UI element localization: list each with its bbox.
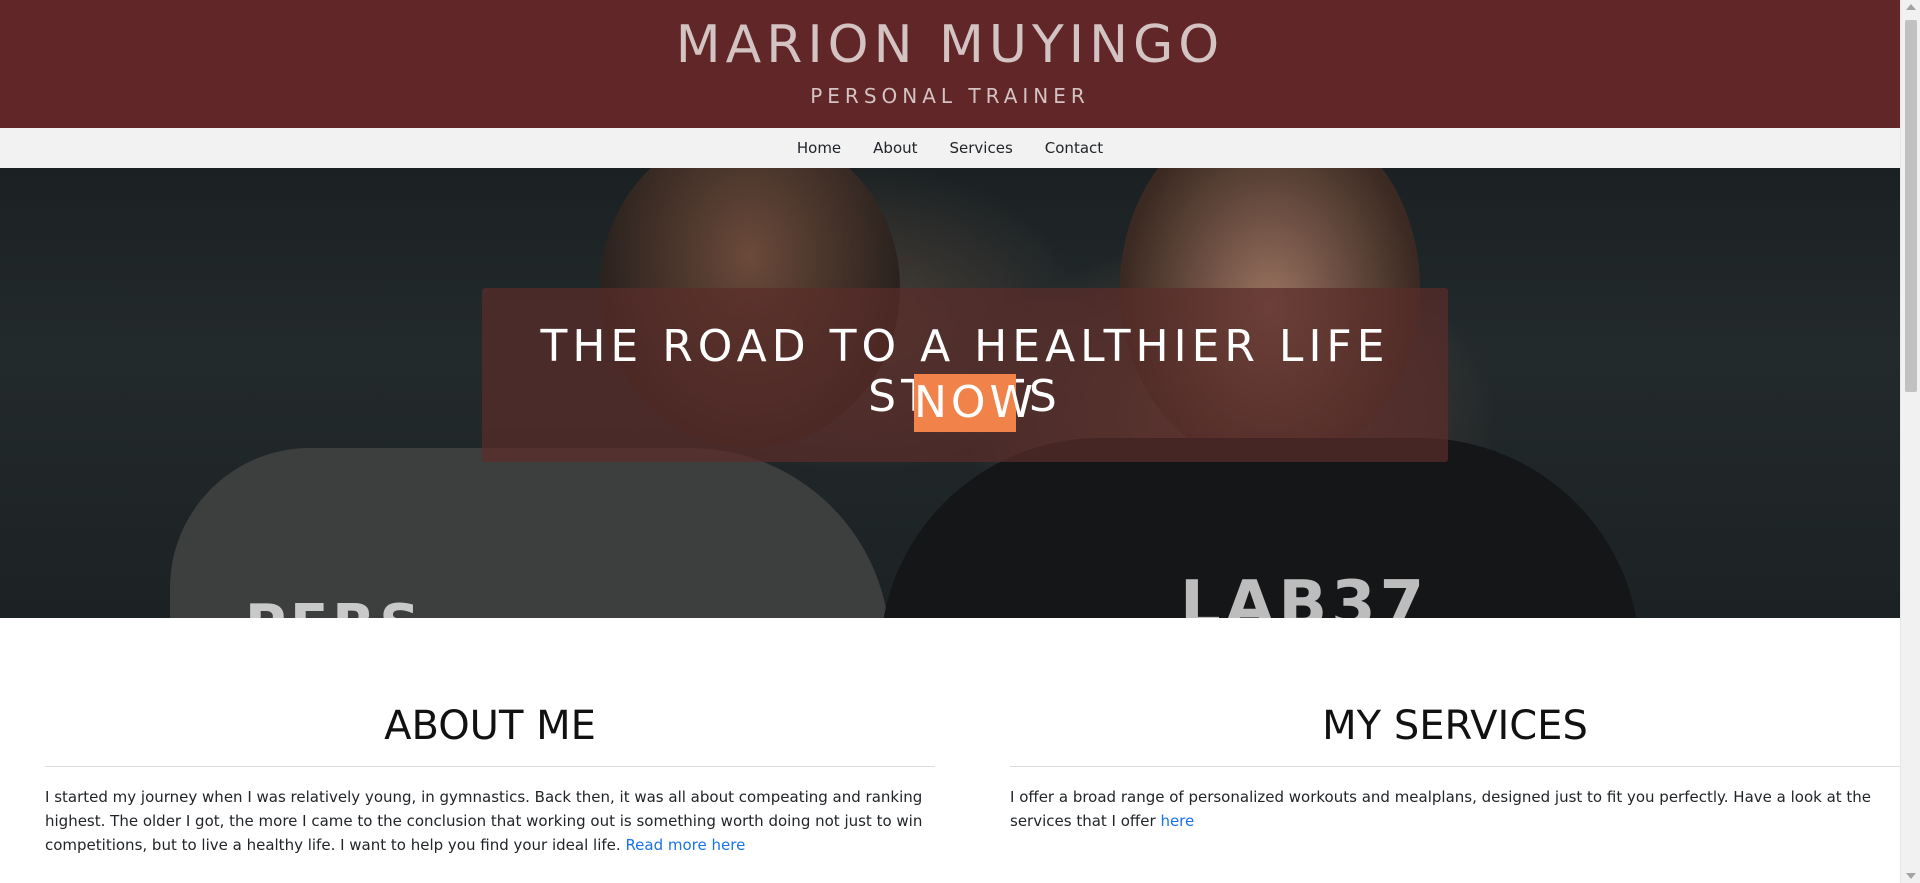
hero-headline-box: THE ROAD TO A HEALTHIER LIFE STARTS NOW (482, 288, 1448, 462)
about-divider (45, 766, 935, 767)
hero-highlight-now: NOW (914, 374, 1033, 432)
services-paragraph: I offer a broad range of personalized wo… (1010, 785, 1900, 833)
services-divider (1010, 766, 1900, 767)
scrollbar-thumb[interactable] (1905, 20, 1917, 392)
site-subtitle: PERSONAL TRAINER (810, 84, 1090, 108)
site-header: MARION MUYINGO PERSONAL TRAINER (0, 0, 1900, 128)
about-section: ABOUT ME I started my journey when I was… (45, 698, 935, 857)
page-scrollbar[interactable] (1900, 0, 1920, 883)
about-paragraph: I started my journey when I was relative… (45, 785, 935, 857)
hero-photo-shirt-lettering-right: LAB37 (1180, 568, 1429, 618)
site-title: MARION MUYINGO (675, 15, 1225, 75)
about-heading: ABOUT ME (384, 703, 596, 749)
nav-about-link[interactable]: About (857, 128, 933, 168)
about-text: I started my journey when I was relative… (45, 788, 923, 854)
hero-photo-shirt-lettering-left: PERS (245, 593, 424, 618)
services-text: I offer a broad range of personalized wo… (1010, 788, 1872, 830)
services-heading: MY SERVICES (1322, 703, 1588, 749)
services-section: MY SERVICES I offer a broad range of per… (1010, 698, 1900, 833)
nav-services-link[interactable]: Services (934, 128, 1029, 168)
nav-home-link[interactable]: Home (781, 128, 857, 168)
nav-contact-link[interactable]: Contact (1029, 128, 1119, 168)
read-more-link[interactable]: Read more here (625, 836, 745, 854)
main-nav: Home About Services Contact (0, 128, 1900, 168)
services-here-link[interactable]: here (1160, 812, 1194, 830)
scroll-down-arrow-icon[interactable] (1906, 873, 1916, 879)
scroll-up-arrow-icon[interactable] (1906, 4, 1916, 10)
hero-banner: PERS LAB37 THE ROAD TO A HEALTHIER LIFE … (0, 168, 1900, 618)
